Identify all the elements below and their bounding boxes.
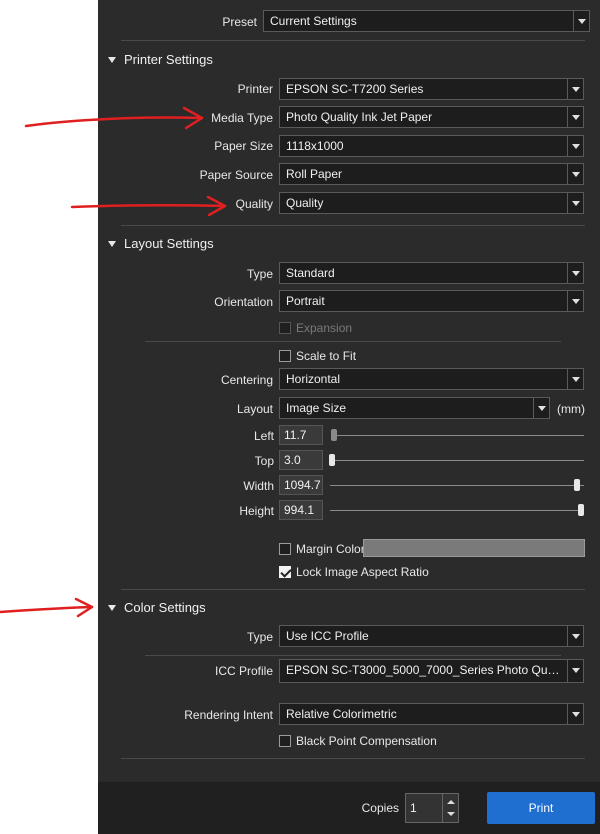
- annotation-arrows: [0, 106, 227, 618]
- annotation-arrow-quality: [70, 204, 227, 209]
- annotation-arrow-color-settings: [0, 605, 94, 614]
- annotation-arrow-media-type: [24, 116, 204, 128]
